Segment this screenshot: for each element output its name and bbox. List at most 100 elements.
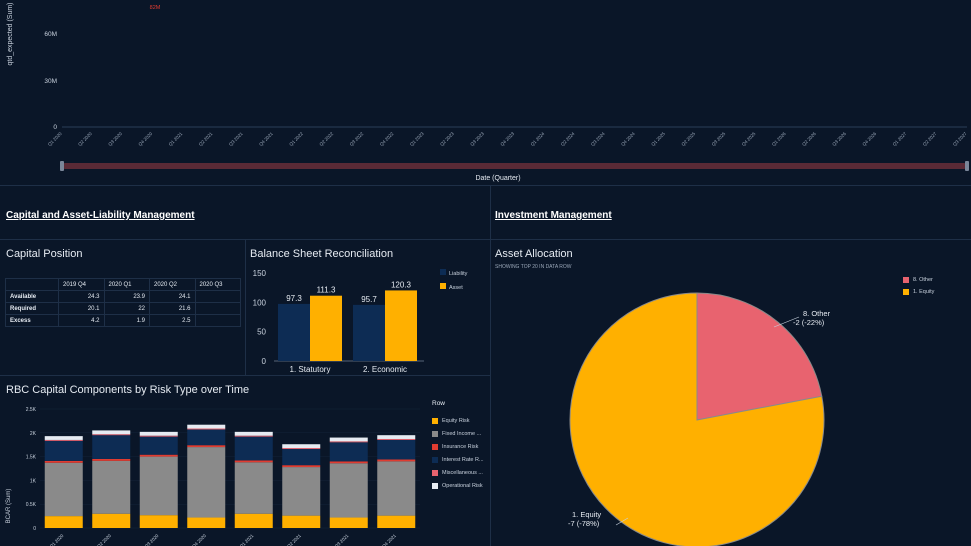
rbc-bar-segment[interactable] xyxy=(234,513,273,528)
rbc-bar-segment[interactable] xyxy=(329,463,368,518)
bs-y-tick-label: 150 xyxy=(253,269,267,278)
rbc-bar-segment[interactable] xyxy=(282,465,321,468)
rbc-bar-segment[interactable] xyxy=(377,439,416,460)
bs-bar[interactable] xyxy=(353,304,385,361)
investment-section-header: Investment Management xyxy=(491,186,971,240)
rbc-bar-segment[interactable] xyxy=(92,434,131,436)
rbc-legend-item[interactable]: Insurance Risk xyxy=(432,444,478,450)
rbc-bar-segment[interactable] xyxy=(329,437,368,442)
rbc-bar-segment[interactable] xyxy=(187,445,226,448)
bs-data-label: 111.3 xyxy=(317,286,336,295)
table-row-label: Excess xyxy=(5,314,59,327)
rbc-bar-segment[interactable] xyxy=(187,428,226,430)
rbc-bar-segment[interactable] xyxy=(187,429,226,446)
rbc-bar-segment[interactable] xyxy=(139,456,178,516)
rbc-bar-segment[interactable] xyxy=(282,448,321,466)
rbc-bar-segment[interactable] xyxy=(282,448,321,449)
rbc-bar-segment[interactable] xyxy=(92,513,131,528)
x-tick-label: Q2 2027 xyxy=(922,131,938,147)
pie-legend-swatch xyxy=(903,289,909,295)
rbc-bar-segment[interactable] xyxy=(234,431,273,436)
rbc-bar-segment[interactable] xyxy=(139,436,178,455)
rbc-legend-item[interactable]: Fixed Income ... xyxy=(432,431,481,437)
pie-legend-label: 8. Other xyxy=(913,277,933,283)
table-row: Available 24.3 23.9 24.1 xyxy=(5,290,241,303)
bs-legend-label[interactable]: Asset xyxy=(449,285,463,291)
rbc-bar-segment[interactable] xyxy=(139,431,178,436)
rbc-bar-segment[interactable] xyxy=(282,515,321,528)
rbc-bar-segment[interactable] xyxy=(187,424,226,429)
rbc-legend-item[interactable]: Operational Risk xyxy=(432,483,483,489)
bs-data-label: 97.3 xyxy=(286,294,302,303)
investment-section-title: Investment Management xyxy=(495,210,612,221)
rbc-legend-item[interactable]: Equity Risk xyxy=(432,418,470,424)
x-tick-label: Q2 2024 xyxy=(560,131,576,147)
rbc-bar-segment[interactable] xyxy=(377,515,416,528)
rbc-bar-segment[interactable] xyxy=(234,436,273,461)
rbc-bar-segment[interactable] xyxy=(377,438,416,440)
bs-bar[interactable] xyxy=(310,295,342,361)
rbc-bar-segment[interactable] xyxy=(44,462,83,517)
rbc-bar-segment[interactable] xyxy=(44,516,83,528)
rbc-x-tick-label: Q1 2021 xyxy=(239,533,255,546)
rbc-bar-segment[interactable] xyxy=(44,436,83,440)
x-tick-label: Q3 2023 xyxy=(469,131,485,147)
table-header-row: 2019 Q4 2020 Q1 2020 Q2 2020 Q3 xyxy=(5,278,241,291)
rbc-legend-item[interactable]: Interest Rate R... xyxy=(432,457,484,463)
x-tick-label: Q2 2022 xyxy=(318,131,334,147)
pie-label-other-value: -2 (-22%) xyxy=(793,318,825,327)
x-tick-label: Q1 2025 xyxy=(650,131,666,147)
bs-legend-swatch xyxy=(440,269,446,275)
rbc-bar-segment[interactable] xyxy=(282,467,321,516)
bs-x-tick-label: 1. Statutory xyxy=(290,365,331,374)
rbc-bar-segment[interactable] xyxy=(329,461,368,464)
rbc-bar-segment[interactable] xyxy=(139,454,178,457)
quarterly-expected-chart-panel: qtd_expected (Sum) 60M 30M 0 82M Q1 2020 Q2… xyxy=(0,0,971,186)
rbc-bar-segment[interactable] xyxy=(44,460,83,463)
rbc-legend-item[interactable]: Miscellaneous ... xyxy=(432,470,483,476)
rbc-legend-label: Operational Risk xyxy=(442,483,483,489)
pie-label-equity-value: -7 (-78%) xyxy=(568,519,600,528)
rbc-bar-segment[interactable] xyxy=(329,441,368,443)
rbc-bar-segment[interactable] xyxy=(187,447,226,518)
bs-bar[interactable] xyxy=(278,303,310,361)
rbc-bar-segment[interactable] xyxy=(92,435,131,459)
top-value-label: 82M xyxy=(150,5,161,11)
rbc-bar-segment[interactable] xyxy=(282,444,321,449)
rbc-bar-segment[interactable] xyxy=(92,460,131,514)
x-tick-label: Q3 2020 xyxy=(107,131,123,147)
rbc-bar-segment[interactable] xyxy=(329,442,368,462)
rbc-bar-segment[interactable] xyxy=(44,440,83,461)
rbc-bar-segment[interactable] xyxy=(92,430,131,435)
bs-legend-label[interactable]: Liability xyxy=(449,271,468,277)
rbc-y-tick-label: 2.5K xyxy=(26,407,37,413)
rbc-legend-swatch xyxy=(432,457,438,463)
scrollbar-left-handle[interactable] xyxy=(60,161,64,171)
rbc-bar-segment[interactable] xyxy=(139,515,178,528)
rbc-bar-segment[interactable] xyxy=(234,462,273,514)
bs-bar[interactable] xyxy=(385,290,417,361)
rbc-bar-segment[interactable] xyxy=(377,461,416,516)
table-row: Required 20.1 22 21.6 xyxy=(5,302,241,315)
x-tick-label: Q2 2026 xyxy=(801,131,817,147)
x-tick-label: Q1 2021 xyxy=(168,131,184,147)
rbc-bar-segment[interactable] xyxy=(44,439,83,441)
pie-legend-item[interactable]: 1. Equity xyxy=(903,289,934,295)
rbc-bar-segment[interactable] xyxy=(139,435,178,437)
rbc-legend-swatch xyxy=(432,444,438,450)
table-cell: 4.2 xyxy=(58,314,105,327)
date-range-scrollbar[interactable] xyxy=(62,163,967,169)
rbc-bar-segment[interactable] xyxy=(234,435,273,437)
asset-allocation-pie: 8. Other-2 (-22%) 1. Equity-7 (-78%) xyxy=(568,292,831,546)
rbc-bar-segment[interactable] xyxy=(187,517,226,528)
rbc-bar-segment[interactable] xyxy=(377,459,416,462)
rbc-bar-segment[interactable] xyxy=(92,458,131,461)
pie-legend-item[interactable]: 8. Other xyxy=(903,277,933,283)
rbc-bar-segment[interactable] xyxy=(329,517,368,528)
scrollbar-right-handle[interactable] xyxy=(965,161,969,171)
x-tick-label: Q4 2022 xyxy=(379,131,395,147)
rbc-bar-segment[interactable] xyxy=(377,435,416,439)
rbc-bar-segment[interactable] xyxy=(234,460,273,463)
capital-position-title: Capital Position xyxy=(6,248,83,260)
bs-y-tick-label: 0 xyxy=(262,357,267,366)
